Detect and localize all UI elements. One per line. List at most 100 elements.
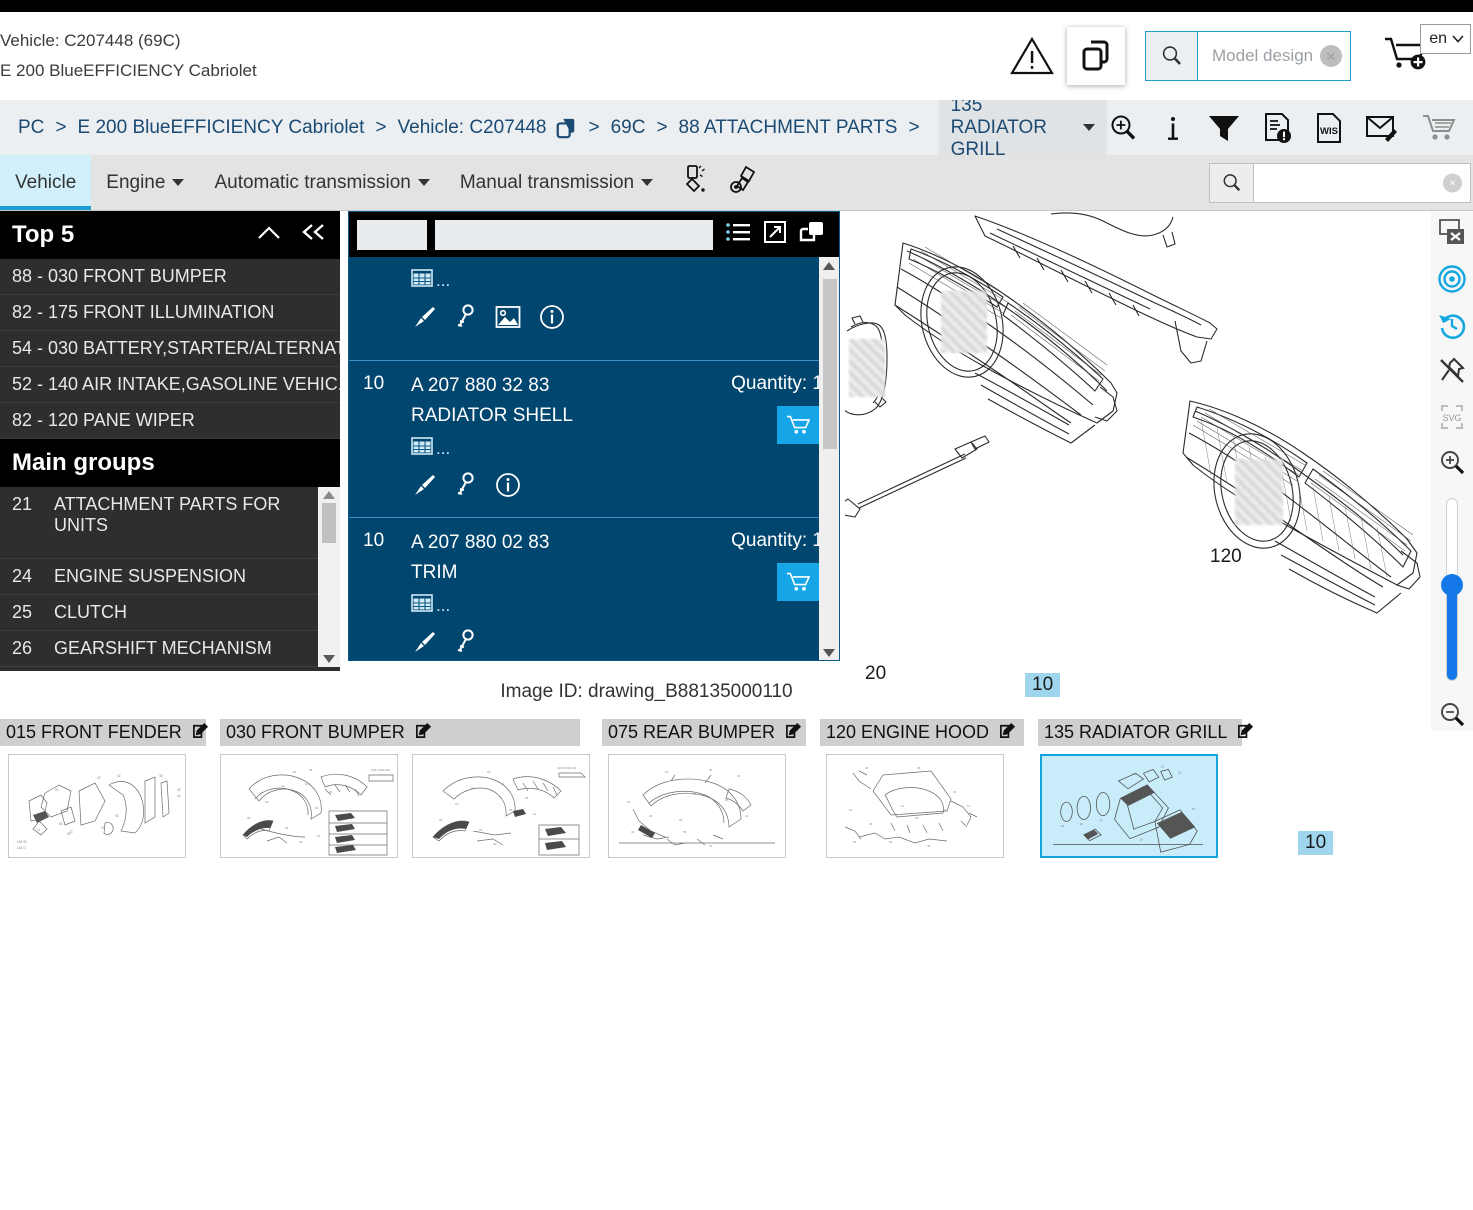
model-design-search[interactable]: Model design × [1145, 31, 1351, 81]
image-icon[interactable] [495, 305, 521, 334]
thumbnail-120-1[interactable]: 20 35 15 14 10 25 18 60 30 55 40 12 [826, 754, 1004, 858]
thumb-caption-015[interactable]: 015 FRONT FENDER [0, 719, 209, 746]
drawing-canvas[interactable] [845, 211, 1431, 671]
zoom-out-icon[interactable] [1435, 700, 1469, 731]
edit-pencil-icon[interactable] [785, 722, 802, 744]
thumb-caption-135[interactable]: 135 RADIATOR GRILL [1038, 719, 1254, 746]
expand-icon[interactable] [763, 220, 787, 249]
language-selector[interactable]: en [1420, 24, 1471, 54]
sidebar-group-26-label: GEARSHIFT MECHANISM [54, 638, 272, 658]
clear-icon[interactable]: × [1320, 45, 1342, 67]
key-icon[interactable] [455, 629, 477, 660]
clear-icon[interactable]: × [1443, 173, 1462, 193]
breadcrumb-item-vehicle[interactable]: Vehicle: C207448 [398, 117, 547, 139]
sidebar-group-25[interactable]: 25 CLUTCH [0, 595, 340, 631]
edit-pencil-icon[interactable] [999, 722, 1016, 744]
thumbnail-135-1[interactable]: 20 10 70 120 15 25 10 10 [1040, 754, 1218, 858]
thumb-caption-120[interactable]: 120 ENGINE HOOD [820, 719, 1024, 746]
email-edit-icon[interactable] [1365, 113, 1399, 143]
sidebar-item-top5-0[interactable]: 88 - 030 FRONT BUMPER [0, 259, 340, 295]
add-to-cart-button[interactable] [777, 406, 819, 444]
parts-search[interactable]: × [1209, 163, 1471, 203]
tab-engine[interactable]: Engine [91, 155, 199, 210]
thumbnail-030-1[interactable]: 20 35 148 0.000-001 14 10 25 18 60 30 55 40 12 [220, 754, 398, 858]
breadcrumb-item-model[interactable]: E 200 BlueEFFICIENCY Cabriolet [78, 117, 365, 139]
scroll-up-icon[interactable] [823, 262, 835, 270]
history-undo-icon[interactable] [1435, 309, 1469, 340]
paint-spray-icon[interactable] [682, 163, 712, 202]
paint-brush-icon[interactable] [411, 472, 437, 503]
part-grid-link[interactable]: ... [411, 435, 823, 462]
thumbnail-015-1[interactable]: 108 90 148 G 11 23 60 42 52 48 45 44 40 30 80 59 [8, 754, 186, 858]
target-focus-icon[interactable] [1435, 263, 1469, 294]
thumbnail-075-1[interactable]: 20 35 15 14 10 25 18 60 30 55 40 12 [608, 754, 786, 858]
tab-automatic-transmission[interactable]: Automatic transmission [199, 155, 444, 210]
sidebar-item-top5-4[interactable]: 82 - 120 PANE WIPER [0, 403, 340, 439]
info-circle-icon[interactable] [539, 304, 565, 335]
warning-triangle-icon[interactable] [1009, 33, 1055, 79]
tab-vehicle[interactable]: Vehicle [0, 155, 92, 210]
sidebar-item-top5-1[interactable]: 82 - 175 FRONT ILLUMINATION [0, 295, 340, 331]
part-name: RADIATOR SHELL [411, 405, 573, 426]
copy-documents-icon[interactable] [1067, 27, 1125, 85]
list-view-icon[interactable] [725, 221, 751, 248]
edit-pencil-icon[interactable] [415, 722, 432, 744]
breadcrumb-item-group[interactable]: 88 ATTACHMENT PARTS [679, 117, 898, 139]
wis-document-icon[interactable]: WIS [1315, 112, 1343, 144]
parts-filter-box[interactable] [357, 219, 427, 250]
paint-brush-icon[interactable] [411, 304, 437, 335]
part-grid-link[interactable]: ... [411, 267, 823, 294]
parts-search-input-wrap[interactable]: × [1254, 164, 1470, 202]
info-circle-icon[interactable] [495, 472, 521, 503]
key-icon[interactable] [455, 472, 477, 503]
info-icon[interactable] [1161, 112, 1185, 144]
model-design-input-wrap[interactable]: Model design × [1198, 32, 1350, 80]
parts-list-scrollbar[interactable] [819, 257, 839, 660]
copy-panel-icon[interactable] [799, 220, 825, 249]
key-icon[interactable] [455, 304, 477, 335]
svg-export-icon[interactable]: SVG [1435, 401, 1469, 432]
sidebar-item-top5-2[interactable]: 54 - 030 BATTERY,STARTER/ALTERNAT... [0, 331, 340, 367]
scroll-thumb[interactable] [322, 503, 336, 543]
table-row[interactable]: ... [349, 257, 839, 361]
scroll-down-icon[interactable] [823, 649, 835, 657]
document-alert-icon[interactable] [1263, 112, 1293, 144]
thumb-caption-030[interactable]: 030 FRONT BUMPER [220, 719, 580, 746]
sidebar-group-26[interactable]: 26 GEARSHIFT MECHANISM [0, 631, 340, 667]
thumb-caption-075[interactable]: 075 REAR BUMPER [602, 719, 806, 746]
zoom-in-icon[interactable] [1435, 448, 1469, 479]
sidebar-group-21[interactable]: 21 ATTACHMENT PARTS FOR UNITS [0, 487, 340, 559]
sidebar-group-24[interactable]: 24 ENGINE SUSPENSION [0, 559, 340, 595]
zoom-slider[interactable] [1441, 497, 1463, 681]
part-grid-link[interactable]: ... [411, 592, 823, 619]
scroll-up-icon[interactable] [323, 491, 335, 499]
double-chevron-left-icon[interactable] [300, 221, 328, 249]
zoom-slider-knob[interactable] [1441, 573, 1463, 596]
breadcrumb-item-code[interactable]: 69C [611, 117, 646, 139]
scroll-down-icon[interactable] [323, 655, 335, 663]
tab-manual-transmission[interactable]: Manual transmission [445, 155, 668, 210]
add-to-cart-button[interactable] [777, 563, 819, 601]
cart-icon[interactable] [1421, 113, 1457, 143]
sidebar-scrollbar[interactable] [318, 487, 340, 667]
filter-icon[interactable] [1207, 112, 1241, 144]
table-row[interactable]: 10 Quantity: 1 A 207 880 32 83 RADIATOR … [349, 361, 839, 518]
thumbnail-030-2[interactable]: 20 148 0.000-002 14 10 25 18 60 30 55 40 12 [412, 754, 590, 858]
chevron-up-icon[interactable] [256, 221, 282, 249]
parts-list-search-input[interactable] [435, 219, 713, 250]
bolt-tool-icon[interactable] [728, 163, 760, 202]
svg-text:40: 40 [299, 840, 303, 844]
close-window-icon[interactable] [1435, 217, 1469, 248]
unpin-icon[interactable] [1435, 355, 1469, 386]
paint-brush-icon[interactable] [411, 629, 437, 660]
breadcrumb-item-pc[interactable]: PC [18, 117, 44, 139]
svg-text:148 0.000-001: 148 0.000-001 [371, 768, 391, 772]
edit-pencil-icon[interactable] [1237, 722, 1254, 744]
scroll-thumb[interactable] [823, 279, 837, 449]
sidebar-group-26-num: 26 [12, 638, 33, 658]
edit-pencil-icon[interactable] [192, 722, 209, 744]
table-row[interactable]: 10 Quantity: 1 A 207 880 02 83 TRIM ... [349, 518, 839, 660]
breadcrumb-copy-icon[interactable] [555, 117, 577, 139]
sidebar-item-top5-3[interactable]: 52 - 140 AIR INTAKE,GASOLINE VEHIC... [0, 367, 340, 403]
zoom-search-icon[interactable] [1107, 112, 1139, 144]
